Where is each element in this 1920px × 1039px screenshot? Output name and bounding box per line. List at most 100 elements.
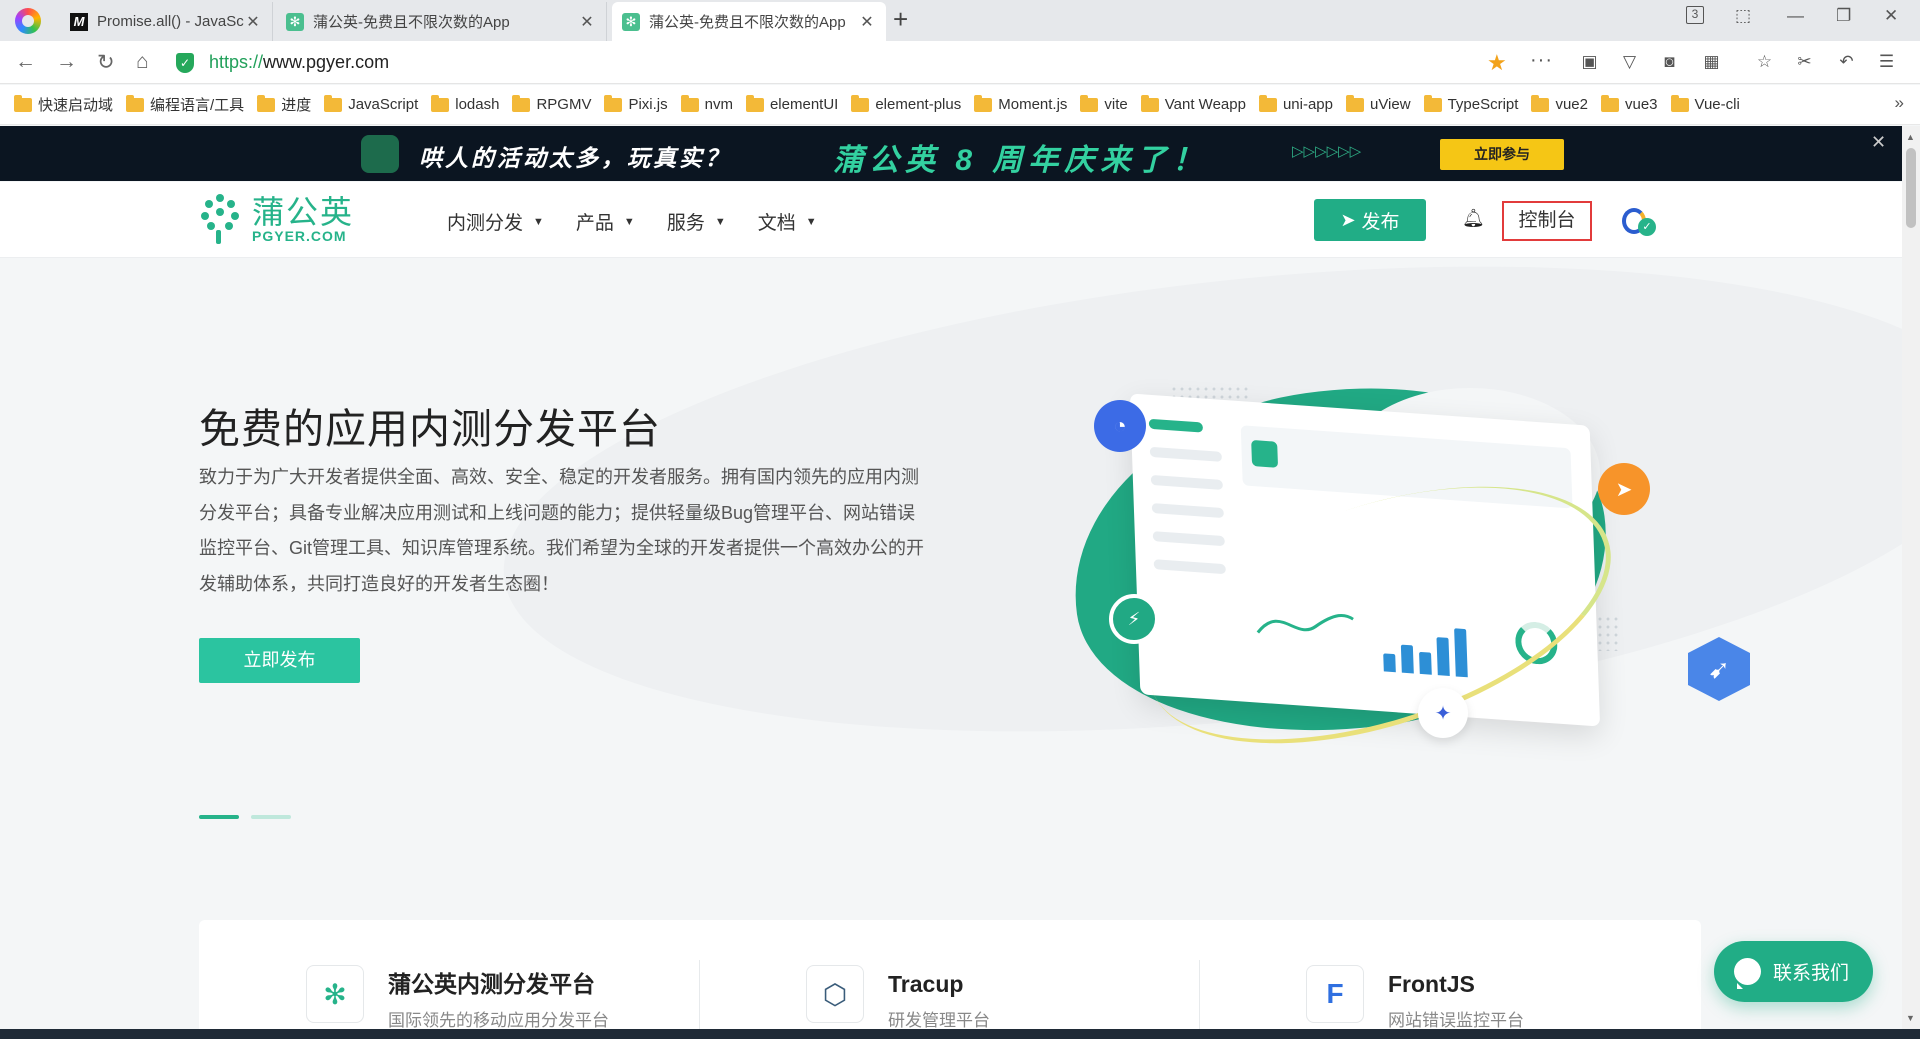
bookmark-item[interactable]: lodash [431, 94, 499, 113]
bookmark-label: JavaScript [348, 96, 419, 113]
verified-badge-icon: ✓ [1638, 218, 1656, 236]
promo-banner[interactable]: 哄人的活动太多，玩真实？ 蒲公英 8 周年庆来了！ ▷▷▷▷▷▷ 立即参与 ✕ [0, 126, 1902, 181]
carousel-dot-active[interactable] [199, 815, 239, 819]
bookmark-item[interactable]: Vue-cli [1670, 94, 1740, 113]
avatar[interactable]: ✓ [1622, 206, 1656, 236]
tab-pgyer-active[interactable]: ✻ 蒲公英-免费且不限次数的App ✕ [612, 2, 886, 41]
favorites-icon[interactable]: ☆ [1755, 52, 1774, 71]
product-name: Tracup [888, 971, 964, 997]
nav-item-products[interactable]: 产品 ▼ [576, 208, 635, 235]
carousel-dot[interactable] [251, 815, 291, 819]
url-field[interactable]: ✓ https:// www.pgyer.com [176, 47, 1559, 78]
publish-label: 发布 [1361, 211, 1400, 233]
scissors-icon[interactable]: ✂ [1795, 52, 1814, 71]
folder-icon [257, 94, 276, 112]
close-tab-icon[interactable]: ✕ [578, 12, 596, 32]
bell-icon[interactable]: 🔔︎ [1462, 208, 1485, 229]
close-tab-icon[interactable]: ✕ [858, 12, 876, 32]
product-subtitle: 国际领先的移动应用分发平台 [388, 1011, 609, 1030]
bookmark-item[interactable]: Pixi.js [604, 94, 668, 113]
bookmark-item[interactable]: TypeScript [1423, 94, 1519, 113]
nav-item-beta-distribution[interactable]: 内测分发 ▼ [447, 208, 544, 235]
publish-button[interactable]: ➤ 发布 [1314, 199, 1426, 241]
bookmark-item[interactable]: Vant Weapp [1140, 94, 1246, 113]
menu-icon[interactable]: ☰ [1877, 52, 1896, 71]
minimize-button[interactable]: — [1787, 6, 1804, 26]
close-window-button[interactable]: ✕ [1884, 6, 1898, 26]
reload-icon[interactable]: ↻ [97, 50, 115, 75]
close-tab-icon[interactable]: ✕ [244, 12, 262, 32]
console-button[interactable]: 控制台 [1502, 201, 1592, 241]
scroll-down-icon[interactable]: ▼ [1906, 1013, 1915, 1023]
home-icon[interactable]: ⌂ [136, 50, 149, 74]
product-tracup[interactable]: ⬡ Tracup 研发管理平台 [806, 965, 990, 1031]
bookmark-item[interactable]: JavaScript [324, 94, 419, 113]
extension-icon[interactable]: ◙ [1660, 52, 1679, 71]
carousel-dots [199, 815, 303, 819]
folder-icon [512, 94, 531, 112]
bookmarks-more-button[interactable]: » [1895, 93, 1904, 113]
browser-logo-icon[interactable] [15, 8, 41, 34]
caret-down-icon: ▼ [805, 215, 817, 228]
bookmark-item[interactable]: element-plus [851, 94, 961, 113]
reader-icon[interactable]: ▣ [1580, 52, 1599, 71]
browser-tab-bar: M Promise.all() - JavaScript | M ✕ ✻ 蒲公英… [0, 0, 1920, 41]
nav-item-docs[interactable]: 文档 ▼ [758, 208, 817, 235]
nav-item-label: 内测分发 [447, 213, 524, 234]
bookmark-item[interactable]: 编程语言/工具 [126, 94, 244, 115]
bookmark-item[interactable]: RPGMV [512, 94, 592, 113]
bookmark-item[interactable]: uView [1345, 94, 1411, 113]
scroll-thumb[interactable] [1906, 148, 1916, 228]
product-pgyer[interactable]: ✻ 蒲公英内测分发平台 国际领先的移动应用分发平台 [306, 965, 609, 1031]
tab-pgyer-1[interactable]: ✻ 蒲公英-免费且不限次数的App ✕ [276, 2, 607, 41]
bookmark-label: RPGMV [536, 96, 592, 113]
back-arrow-icon[interactable]: ← [15, 50, 36, 74]
folder-icon [680, 94, 699, 112]
bookmark-item[interactable]: uni-app [1258, 94, 1333, 113]
promo-join-button[interactable]: 立即参与 [1440, 139, 1564, 170]
bookmark-item[interactable]: vite [1080, 94, 1128, 113]
bookmark-label: nvm [704, 96, 733, 113]
bookmark-item[interactable]: 快速启动域 [14, 94, 113, 115]
bookmark-item[interactable]: elementUI [745, 94, 838, 113]
dashboard-app-icon [1251, 439, 1279, 468]
bookmark-item[interactable]: Moment.js [974, 94, 1067, 113]
bookmark-item[interactable]: nvm [680, 94, 733, 113]
contact-us-button[interactable]: 联系我们 [1714, 941, 1873, 1002]
vue-devtools-icon[interactable]: ▽ [1620, 52, 1639, 71]
new-tab-button[interactable]: + [893, 4, 908, 35]
bookmark-label: uView [1369, 96, 1411, 113]
apps-grid-icon[interactable]: ▦ [1702, 52, 1721, 71]
pgyer-logo[interactable]: 蒲公英 PGYER.COM [199, 192, 354, 246]
site-header: 蒲公英 PGYER.COM 内测分发 ▼ 产品 ▼ 服务 ▼ 文档 ▼ ➤ 发布 🔔︎ … [0, 182, 1902, 258]
bookmark-star-icon[interactable]: ★ [1487, 50, 1507, 76]
scroll-up-icon[interactable]: ▲ [1906, 132, 1915, 142]
page-scrollbar[interactable]: ▲ ▼ [1902, 126, 1920, 1029]
bookmark-label: 编程语言/工具 [150, 97, 245, 114]
tab-counter[interactable]: 3 [1686, 6, 1704, 24]
bookmark-item[interactable]: vue3 [1600, 94, 1658, 113]
bookmark-item[interactable]: vue2 [1531, 94, 1588, 113]
nav-item-services[interactable]: 服务 ▼ [667, 208, 726, 235]
speed-gauge-icon: ◔ [1094, 400, 1146, 452]
promo-close-icon[interactable]: ✕ [1871, 132, 1886, 153]
more-dots-icon[interactable]: ··· [1530, 49, 1553, 72]
tab-title: 蒲公英-免费且不限次数的App [649, 14, 846, 31]
secure-shield-icon: ✓ [176, 52, 194, 73]
nav-item-label: 产品 [575, 213, 614, 234]
folder-icon [324, 94, 343, 112]
shirt-icon[interactable]: ⬚ [1735, 6, 1751, 26]
nav-item-label: 文档 [757, 213, 796, 234]
publish-now-button[interactable]: 立即发布 [199, 638, 360, 683]
product-frontjs[interactable]: F FrontJS 网站错误监控平台 [1306, 965, 1524, 1031]
product-subtitle: 研发管理平台 [888, 1011, 990, 1030]
product-name: FrontJS [1388, 971, 1475, 997]
forward-arrow-icon[interactable]: → [56, 50, 77, 74]
bookmark-label: vite [1104, 96, 1128, 113]
tab-promise-all[interactable]: M Promise.all() - JavaScript | M ✕ [60, 2, 273, 41]
undo-icon[interactable]: ↶ [1837, 52, 1856, 71]
restore-button[interactable]: ❐ [1836, 6, 1851, 26]
bookmark-item[interactable]: 进度 [257, 94, 311, 115]
bookmark-label: TypeScript [1447, 96, 1519, 113]
tab-title: 蒲公英-免费且不限次数的App [313, 14, 510, 31]
